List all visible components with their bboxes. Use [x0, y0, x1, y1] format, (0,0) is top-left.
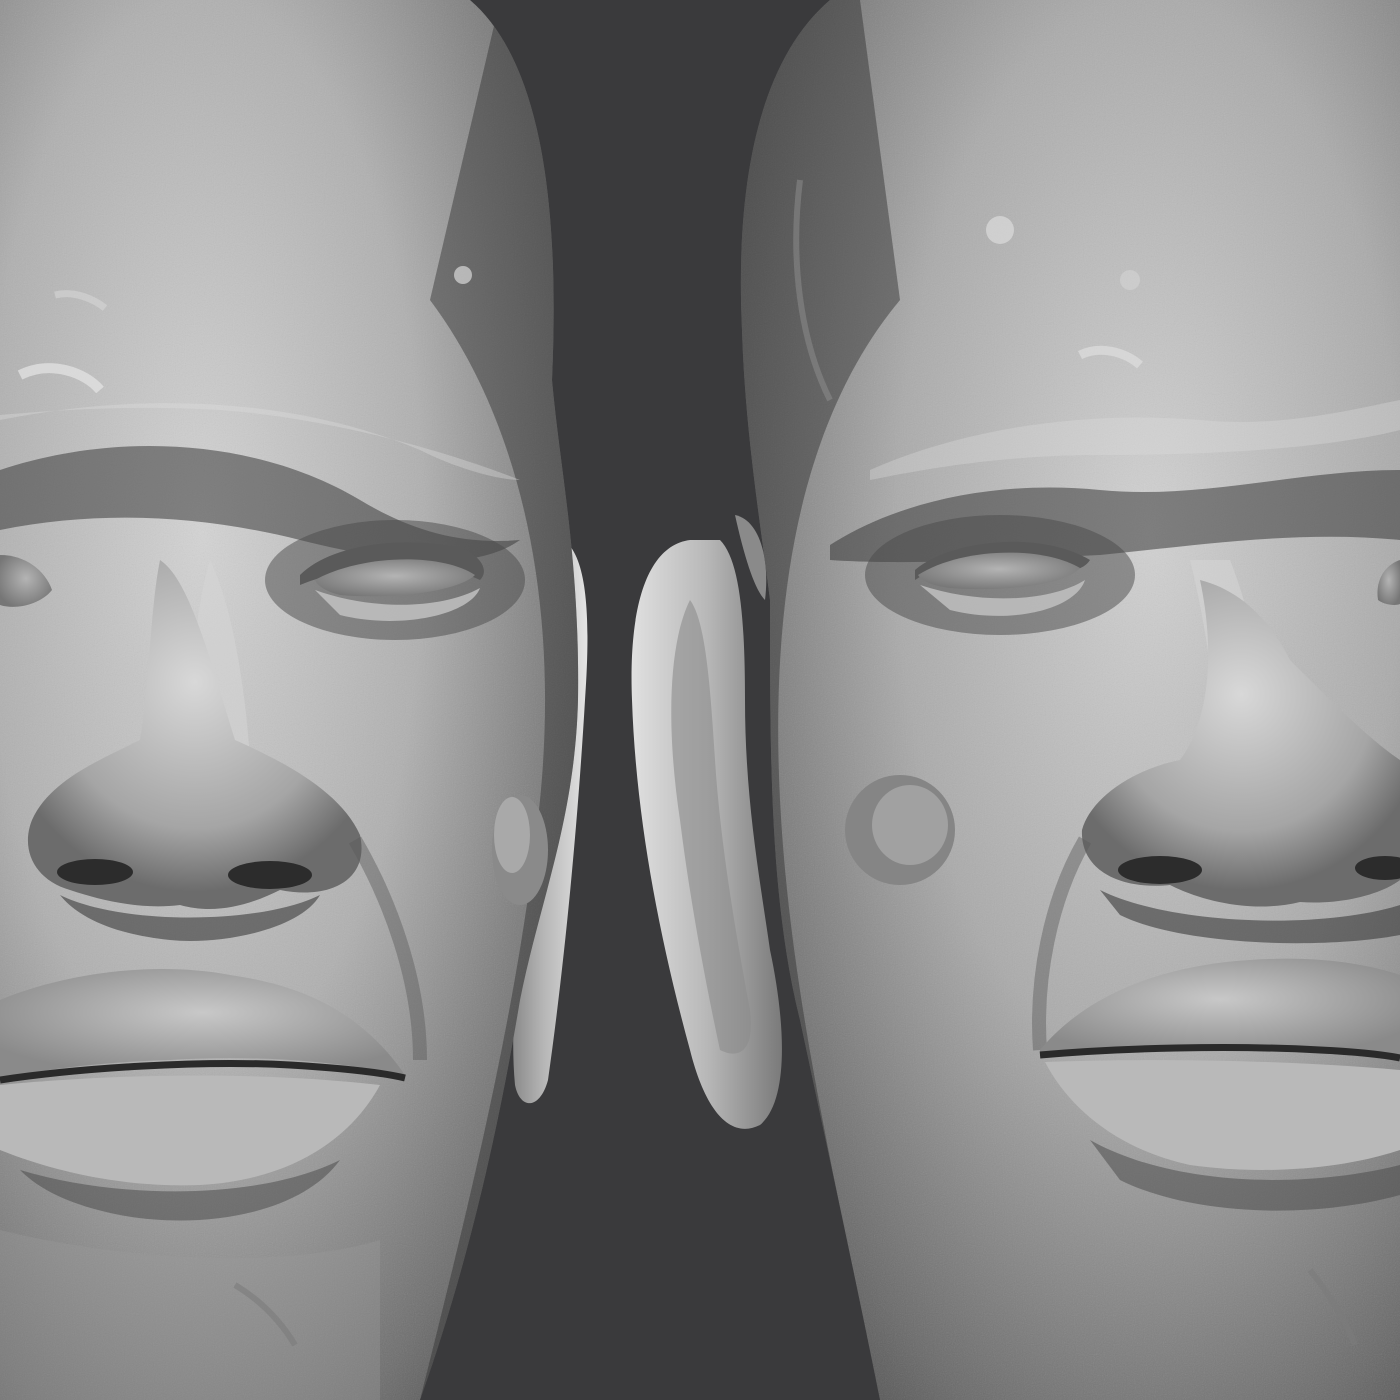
sculpt-render: [0, 0, 1400, 1400]
right-nostril: [1118, 856, 1202, 884]
left-nostril-right: [228, 861, 312, 889]
left-nostril-left: [57, 859, 133, 885]
render-viewport: [0, 0, 1400, 1400]
